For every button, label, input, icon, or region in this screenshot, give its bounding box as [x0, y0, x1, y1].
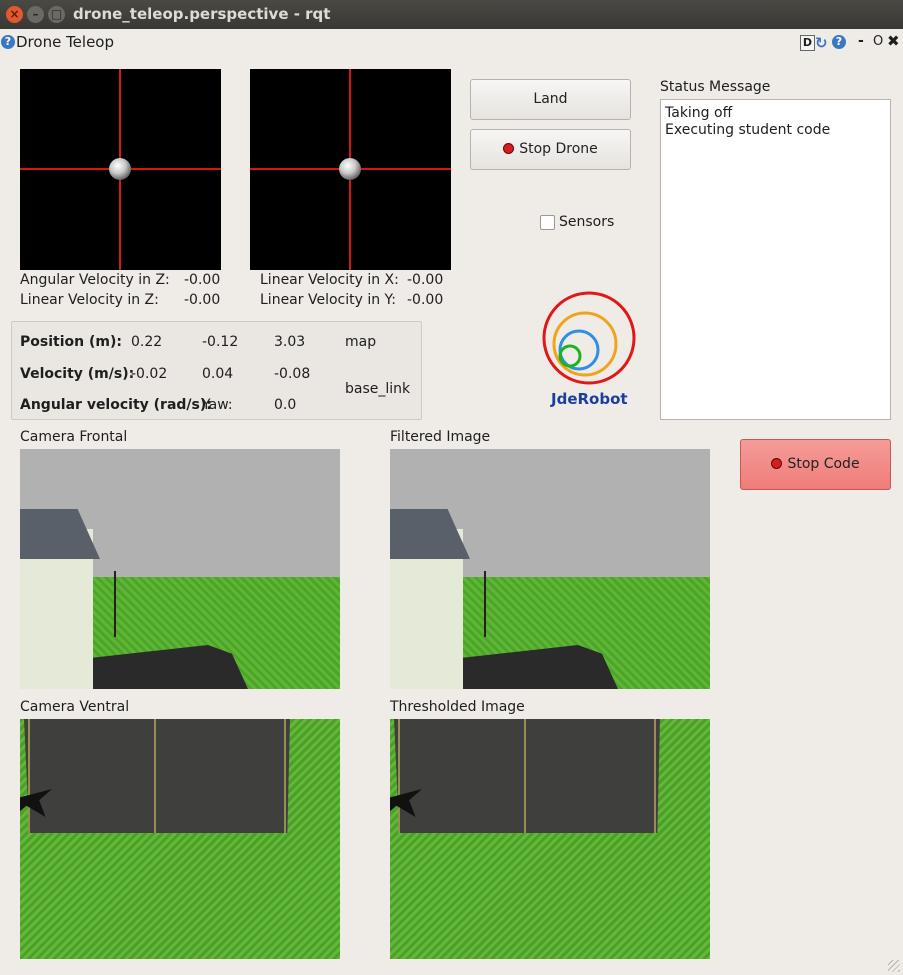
maximize-window-button[interactable]: □: [48, 6, 65, 23]
yaw-value: 0.0: [274, 397, 297, 413]
position-y: -0.12: [202, 334, 239, 350]
road-marking: [654, 719, 656, 833]
linear-y-label: Linear Velocity in Y:: [260, 292, 396, 308]
status-line: Taking off: [665, 105, 733, 121]
angular-velocity-label: Angular velocity (rad/s):: [20, 397, 212, 413]
velocity-z: -0.08: [274, 366, 311, 382]
road: [394, 719, 660, 833]
stop-code-label: Stop Code: [787, 456, 860, 472]
joystick-angular-linear-z[interactable]: [20, 69, 221, 270]
stop-drone-button[interactable]: Stop Drone: [470, 129, 631, 170]
resize-grip[interactable]: [888, 960, 900, 972]
velocity-x: -0.02: [131, 366, 168, 382]
road-marking: [154, 719, 156, 833]
linear-x-value: -0.00: [407, 272, 444, 288]
road-marking: [398, 719, 400, 833]
position-label: Position (m):: [20, 334, 122, 350]
camera-frontal-view: [20, 449, 340, 689]
camera-frontal-label: Camera Frontal: [20, 429, 128, 445]
help-icon[interactable]: ?: [1, 35, 15, 49]
frame-base-link: base_link: [345, 381, 411, 397]
stop-icon: [771, 458, 783, 469]
angular-z-value: -0.00: [184, 272, 221, 288]
stop-drone-label: Stop Drone: [519, 141, 598, 157]
joystick-linear-xy[interactable]: [250, 69, 451, 270]
filtered-image-view: [390, 449, 710, 689]
reload-icon[interactable]: ↻: [815, 34, 828, 52]
jderobot-logo-graphic: [542, 291, 636, 385]
stop-code-button[interactable]: Stop Code: [740, 439, 891, 490]
velocity-y: 0.04: [202, 366, 234, 382]
thresholded-image-label: Thresholded Image: [390, 699, 525, 715]
position-z: 3.03: [274, 334, 306, 350]
position-x: 0.22: [131, 334, 163, 350]
linear-z-value: -0.00: [184, 292, 221, 308]
yaw-label: Yaw:: [202, 397, 233, 413]
angular-z-label: Angular Velocity in Z:: [20, 272, 170, 288]
minimize-window-button[interactable]: –: [27, 6, 44, 23]
lamp-post: [114, 571, 116, 637]
joystick-handle[interactable]: [339, 158, 361, 180]
filtered-image-label: Filtered Image: [390, 429, 491, 445]
window-titlebar: × – □ drone_teleop.perspective - rqt: [0, 0, 903, 29]
status-line: Executing student code: [665, 122, 831, 138]
joystick-handle[interactable]: [109, 158, 131, 180]
float-plugin-button[interactable]: O: [873, 34, 883, 49]
minimize-plugin-button[interactable]: -: [858, 33, 864, 49]
status-message-box[interactable]: Taking off Executing student code: [660, 99, 891, 420]
velocity-label: Velocity (m/s):: [20, 366, 135, 382]
linear-x-label: Linear Velocity in X:: [260, 272, 399, 288]
jderobot-logo-text: JdeRobot: [551, 390, 628, 408]
jderobot-logo: [540, 290, 638, 390]
lamp-post: [484, 571, 486, 637]
road-marking: [284, 719, 286, 833]
linear-z-label: Linear Velocity in Z:: [20, 292, 159, 308]
road: [24, 719, 290, 833]
stop-icon: [503, 143, 515, 154]
frame-map: map: [345, 334, 377, 350]
debug-button[interactable]: D: [800, 35, 815, 51]
road-marking: [524, 719, 526, 833]
close-window-button[interactable]: ×: [6, 6, 23, 23]
camera-ventral-view: [20, 719, 340, 959]
plugin-header: ? Drone Teleop D ↻ ? - O ✖: [0, 30, 903, 54]
linear-y-value: -0.00: [407, 292, 444, 308]
close-plugin-icon[interactable]: ✖: [887, 32, 900, 50]
plugin-help-icon[interactable]: ?: [832, 35, 846, 49]
status-message-label: Status Message: [660, 79, 771, 95]
road-marking: [28, 719, 30, 833]
sensors-checkbox[interactable]: [540, 215, 555, 230]
thresholded-image-view: [390, 719, 710, 959]
camera-ventral-label: Camera Ventral: [20, 699, 130, 715]
window-title: drone_teleop.perspective - rqt: [73, 5, 331, 23]
land-button[interactable]: Land: [470, 79, 631, 120]
plugin-title: Drone Teleop: [16, 33, 115, 51]
sensors-label: Sensors: [559, 214, 615, 230]
